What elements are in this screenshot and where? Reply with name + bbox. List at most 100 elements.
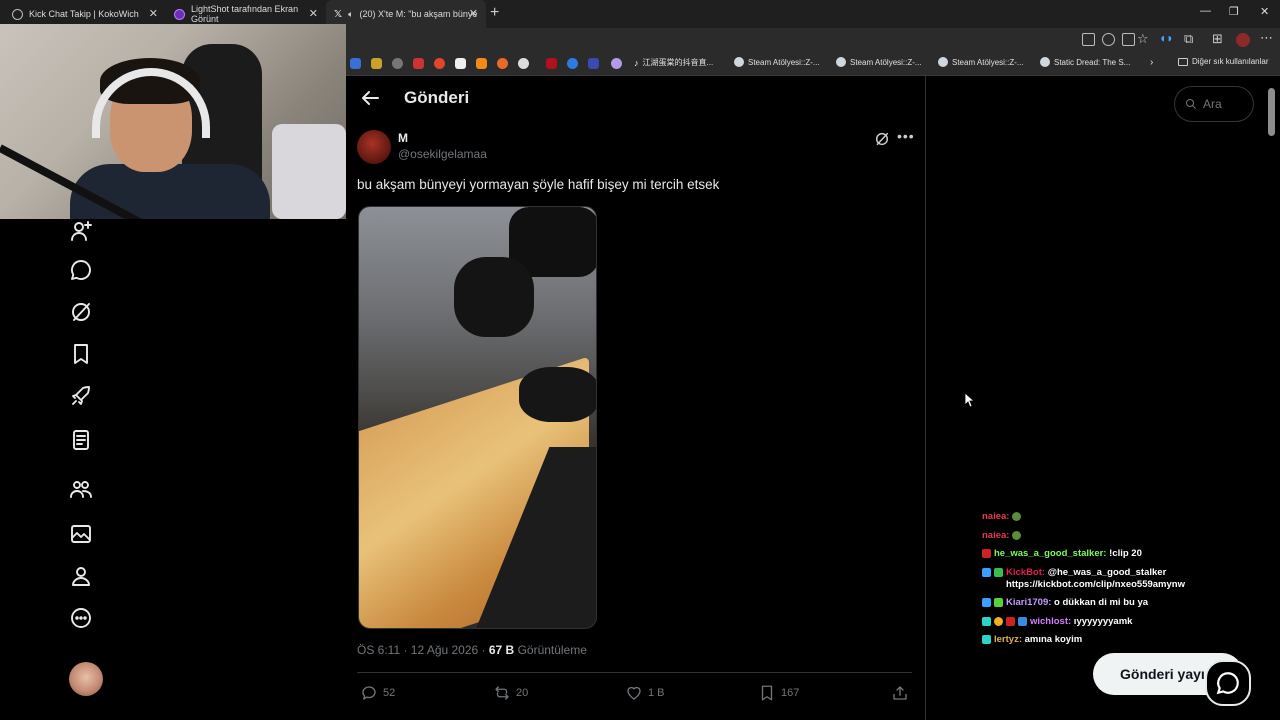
share-icon [893, 686, 907, 700]
zoom-icon[interactable] [1102, 33, 1115, 46]
bookmark-icon[interactable] [434, 58, 445, 69]
tab-title: LightShot tarafından Ekran Görünt [191, 4, 299, 24]
chat-message: naiea: [982, 530, 1262, 542]
tab-title: Kick Chat Takip | KokoWich [29, 9, 139, 19]
reader-icon[interactable] [1122, 33, 1135, 46]
emote-icon [1012, 530, 1022, 540]
media-icon[interactable] [69, 522, 93, 546]
chat-username: wichlost: [1030, 615, 1072, 627]
bookmark-icon[interactable] [455, 58, 466, 69]
steam-icon [938, 57, 948, 67]
profile-icon[interactable] [1236, 33, 1250, 47]
chat-message: naiea: [982, 511, 1262, 523]
extension-wave-icon[interactable]: ◖◗ [1159, 31, 1174, 45]
author-name[interactable]: M [398, 131, 408, 145]
bookmark-icon[interactable] [392, 58, 403, 69]
bookmark-count: 167 [781, 687, 800, 699]
chat-icon[interactable] [69, 258, 93, 282]
bookmarks-bar: ♪ 江湖蛋棠的抖音直... Steam Atölyesi::Z-... Stea… [346, 52, 1280, 76]
emote-icon [1012, 512, 1022, 521]
menu-dots-icon[interactable]: ⋯ [1260, 30, 1273, 46]
kick-badge-icon [1006, 616, 1015, 626]
reply-button[interactable]: 52 [360, 684, 395, 702]
minimize-icon[interactable]: — [1200, 5, 1211, 17]
close-icon[interactable]: ✕ [149, 7, 158, 20]
grok-icon[interactable] [874, 131, 890, 147]
chat-message: KickBot: @he_was_a_good_stalker https://… [982, 567, 1262, 591]
bookmark-steam-1[interactable]: Steam Atölyesi::Z-... [734, 57, 820, 67]
bookmark-icon[interactable] [350, 58, 361, 69]
mouse-cursor [964, 392, 976, 412]
back-arrow-icon[interactable] [358, 88, 382, 108]
globe-icon [12, 8, 23, 20]
chat-text: ıyyyyyyyamk [1071, 615, 1133, 627]
follow-icon[interactable] [69, 219, 93, 243]
lists-icon[interactable] [69, 428, 93, 452]
share-button[interactable] [891, 684, 909, 702]
bookmark-icon[interactable] [611, 58, 622, 69]
bookmark-static-dread[interactable]: Static Dread: The S... [1040, 57, 1130, 67]
bookmark-button[interactable]: 167 [758, 684, 799, 702]
window-close-icon[interactable]: ✕ [1260, 5, 1269, 18]
steam-icon [1040, 57, 1050, 67]
sub-badge-icon [982, 635, 991, 644]
post-timestamp[interactable]: ÖS 6:11 · 12 Ağu 2026 · [357, 643, 489, 657]
collections-icon[interactable]: ⊞ [1212, 31, 1223, 47]
like-button[interactable]: 1 B [625, 684, 665, 702]
grok-icon[interactable] [69, 300, 93, 324]
author-avatar[interactable] [357, 130, 391, 164]
tab-x-post[interactable]: 𝕏 🔈︎ (20) X'te M: "bu akşam bünye ✕ [326, 0, 486, 28]
steam-icon [836, 57, 846, 67]
more-circle-icon[interactable] [69, 606, 93, 630]
rocket-icon[interactable] [69, 384, 93, 408]
close-icon[interactable]: ✕ [469, 7, 478, 20]
bookmark-icon[interactable] [497, 58, 508, 69]
divider [357, 672, 912, 673]
chat-message: Kiari1709: o dükkan di mi bu ya [982, 597, 1262, 609]
chat-message: he_was_a_good_stalker: !clip 20 [982, 548, 1262, 560]
repost-button[interactable]: 20 [493, 684, 528, 702]
favorite-star-icon[interactable]: ☆ [1137, 31, 1149, 47]
account-avatar[interactable] [69, 662, 103, 696]
author-handle[interactable]: @osekilgelamaa [398, 147, 487, 161]
more-options-icon[interactable]: ••• [897, 128, 915, 144]
bookmark-icon[interactable] [413, 58, 424, 69]
bookmark-icon[interactable] [69, 342, 93, 366]
bookmark-icon[interactable] [588, 58, 599, 69]
gem-badge-icon [1018, 616, 1027, 626]
k-badge-icon [994, 598, 1003, 607]
star-badge-icon [994, 567, 1003, 577]
maximize-icon[interactable]: ❐ [1229, 5, 1239, 18]
communities-icon[interactable] [69, 477, 93, 501]
other-bookmarks[interactable]: Diğer sık kullanılanlar [1178, 57, 1268, 66]
bookmark-douyin[interactable]: ♪ 江湖蛋棠的抖音直... [634, 57, 713, 68]
chat-username: Kiari1709: [1006, 597, 1052, 608]
bookmark-icon[interactable] [567, 58, 578, 69]
messages-button[interactable] [1205, 660, 1251, 706]
bookmark-icon[interactable] [476, 58, 487, 69]
main-column: Gönderi M @osekilgelamaa ••• bu akşam bü… [346, 76, 926, 720]
close-icon[interactable]: ✕ [309, 7, 318, 20]
chat-text: amına koyim [1021, 634, 1083, 645]
scrollbar-thumb[interactable] [1268, 88, 1275, 136]
profile-icon[interactable] [69, 564, 93, 588]
bookmark-icon[interactable] [518, 58, 529, 69]
page-title: Gönderi [404, 88, 470, 107]
new-tab-icon[interactable]: + [490, 4, 499, 22]
bookmark-icon[interactable] [371, 58, 382, 69]
feather-icon [174, 8, 185, 20]
bookmark-icon [761, 685, 773, 701]
search-box[interactable]: Ara [1174, 86, 1254, 122]
bookmark-steam-2[interactable]: Steam Atölyesi::Z-... [836, 57, 922, 67]
chat-username: KickBot: [1006, 566, 1046, 578]
bookmark-steam-3[interactable]: Steam Atölyesi::Z-... [938, 57, 1024, 67]
chevron-right-icon[interactable]: › [1150, 57, 1153, 68]
post-video[interactable] [358, 206, 597, 629]
message-bubble-icon [1216, 672, 1239, 695]
views-label: Görüntüleme [514, 643, 587, 657]
sub-badge-icon [982, 616, 991, 626]
bookmark-icon[interactable] [546, 58, 557, 69]
kick-badge-icon [982, 549, 991, 558]
apps-icon[interactable] [1082, 33, 1095, 46]
extensions-icon[interactable]: ⧉ [1184, 31, 1193, 47]
